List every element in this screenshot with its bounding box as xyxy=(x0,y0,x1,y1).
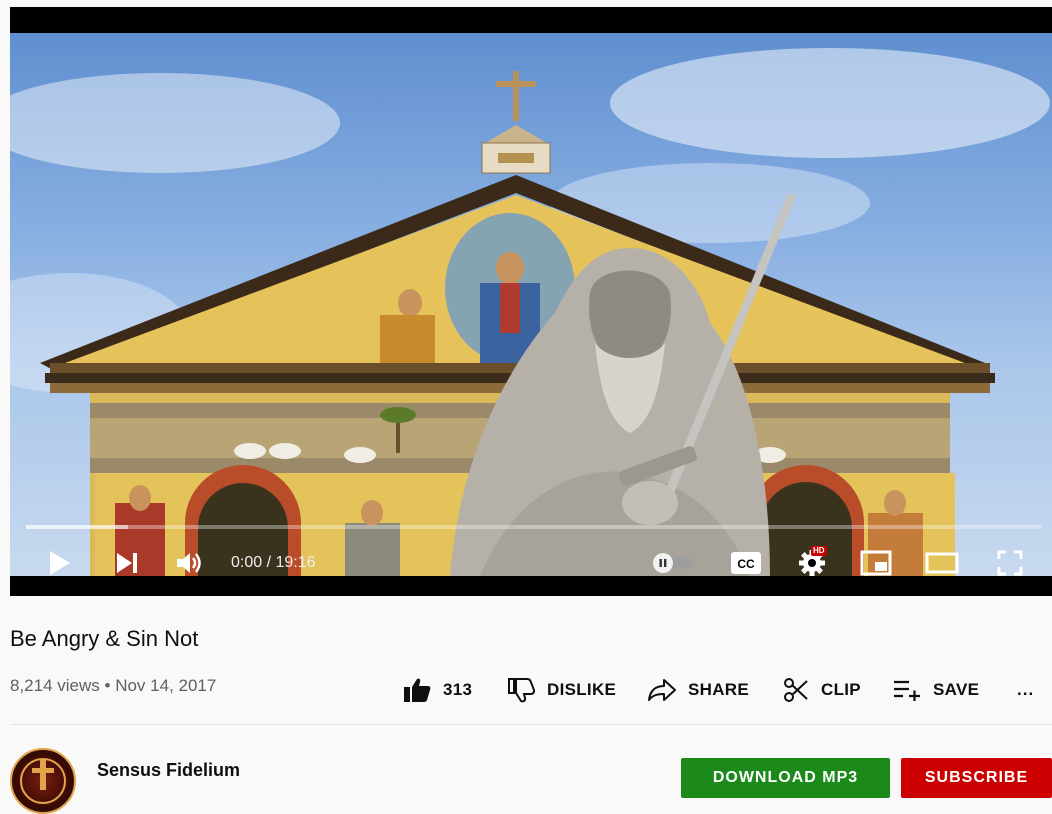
captions-icon: CC xyxy=(731,552,761,574)
captions-button[interactable]: CC xyxy=(728,540,764,586)
share-icon xyxy=(648,679,676,701)
hd-badge: HD xyxy=(811,546,827,556)
video-title: Be Angry & Sin Not xyxy=(10,626,199,651)
play-button[interactable] xyxy=(43,540,77,586)
progress-buffered xyxy=(26,525,128,529)
scissors-icon xyxy=(784,678,808,702)
more-actions-button[interactable]: ... xyxy=(1017,670,1034,710)
save-button[interactable]: SAVE xyxy=(893,670,979,710)
clip-button[interactable]: CLIP xyxy=(783,670,861,710)
like-count: 313 xyxy=(443,680,473,699)
duration: 19:16 xyxy=(275,554,316,571)
miniplayer-icon xyxy=(860,550,892,576)
theater-mode-button[interactable] xyxy=(924,540,960,586)
video-player[interactable]: 0:00 / 19:16 CC HD xyxy=(10,7,1052,596)
download-mp3-button[interactable]: DOWNLOAD MP3 xyxy=(681,758,890,798)
autoplay-toggle[interactable] xyxy=(648,540,698,586)
divider xyxy=(10,724,1052,725)
time-display: 0:00 / 19:16 xyxy=(231,540,316,586)
fullscreen-icon xyxy=(997,550,1023,576)
video-thumbnail-image xyxy=(10,48,1050,576)
volume-icon xyxy=(177,553,201,573)
thumbs-down-icon xyxy=(508,678,535,703)
time-separator: / xyxy=(262,554,276,571)
share-button[interactable]: SHARE xyxy=(648,670,749,710)
channel-logo-icon xyxy=(20,758,66,804)
add-to-playlist-icon xyxy=(894,680,920,701)
thumbs-up-icon xyxy=(404,678,431,702)
dislike-button[interactable]: DISLIKE xyxy=(507,670,616,710)
channel-avatar[interactable] xyxy=(10,748,76,814)
theater-mode-icon xyxy=(925,552,959,574)
current-time: 0:00 xyxy=(231,554,263,571)
volume-button[interactable] xyxy=(172,540,206,586)
video-frame[interactable] xyxy=(10,33,1052,576)
action-bar: 313 DISLIKE SHARE CLIP SAVE ... xyxy=(0,670,1052,710)
svg-text:CC: CC xyxy=(737,557,755,571)
clip-label: CLIP xyxy=(821,680,861,699)
subscribe-button[interactable]: SUBSCRIBE xyxy=(901,758,1052,798)
autoplay-toggle-icon xyxy=(653,553,693,573)
progress-bar[interactable] xyxy=(26,525,1042,529)
share-label: SHARE xyxy=(688,680,750,699)
play-icon xyxy=(50,551,70,575)
like-button[interactable]: 313 xyxy=(403,670,472,710)
miniplayer-button[interactable] xyxy=(858,540,894,586)
save-label: SAVE xyxy=(933,680,980,699)
next-icon xyxy=(117,553,137,573)
fullscreen-button[interactable] xyxy=(992,540,1028,586)
dislike-label: DISLIKE xyxy=(547,680,617,699)
next-button[interactable] xyxy=(110,540,144,586)
more-icon: ... xyxy=(1017,680,1035,699)
player-controls: 0:00 / 19:16 CC HD xyxy=(10,540,1052,586)
settings-button[interactable]: HD xyxy=(794,540,830,586)
